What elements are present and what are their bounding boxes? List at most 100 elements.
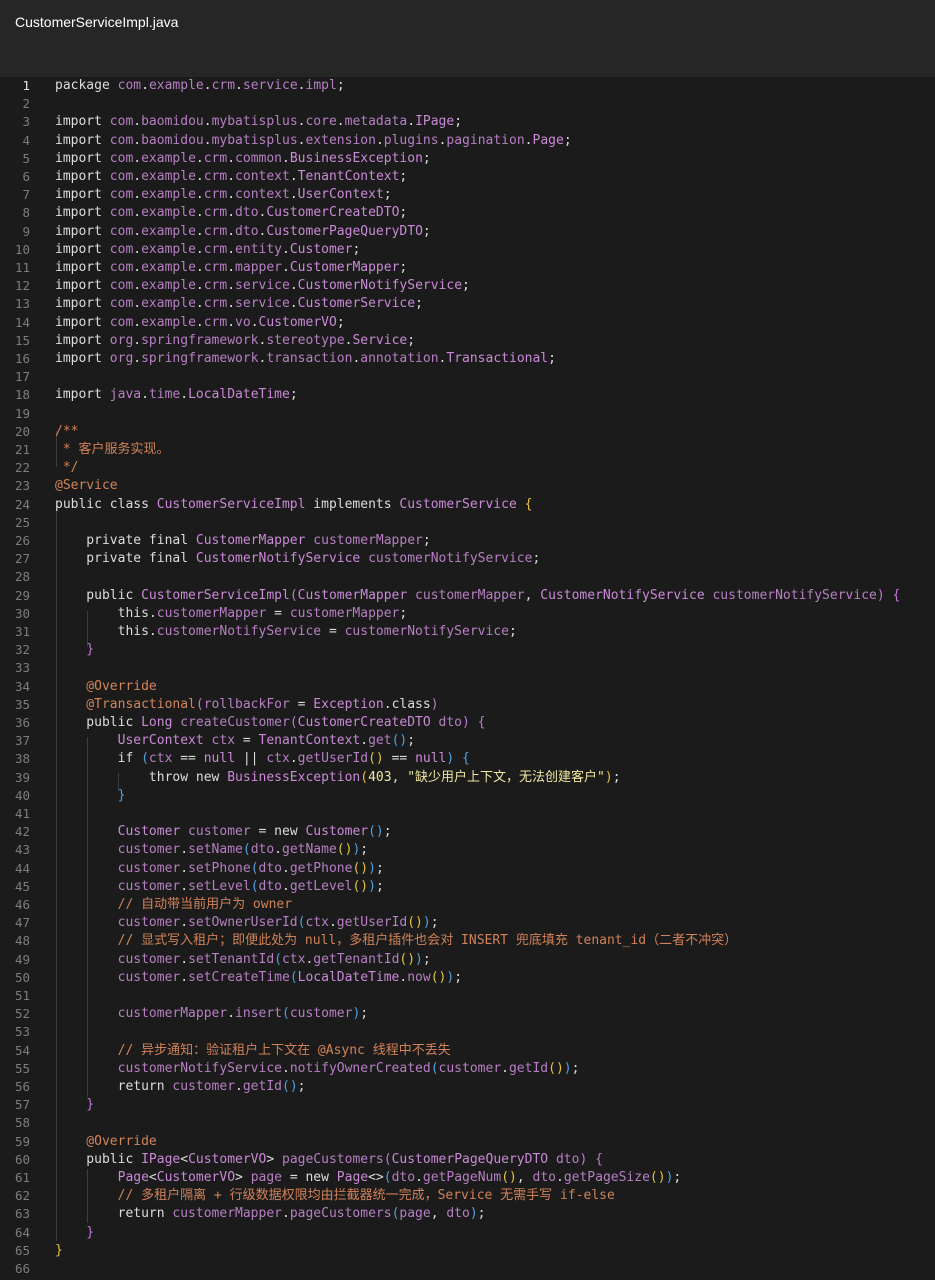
code-token: CustomerNotifyService: [195, 551, 361, 567]
code-token: .: [133, 260, 142, 275]
code-token: import: [55, 241, 110, 257]
code-token: springframework: [141, 332, 259, 348]
code-text: this.customerNotifyService = customerNot…: [55, 623, 517, 641]
code-line: 25: [0, 514, 935, 532]
code-token: * 客户服务实现。: [55, 442, 170, 457]
code-token: .: [282, 260, 290, 275]
file-tab-title[interactable]: CustomerServiceImpl.java: [15, 14, 178, 30]
code-line: 23 @Service: [0, 477, 935, 495]
code-token: @Transactional: [55, 696, 196, 712]
code-text: package com.example.crm.service.impl;: [55, 77, 345, 95]
code-token: getId: [508, 1060, 549, 1076]
code-token: metadata: [344, 114, 408, 130]
code-token: .: [133, 223, 142, 239]
code-token: ): [563, 1060, 572, 1076]
code-token: crm: [203, 187, 228, 203]
code-token: .: [133, 278, 142, 294]
code-line: 66: [0, 1260, 935, 1278]
code-token: ;: [454, 969, 463, 985]
code-token: @Override: [55, 678, 157, 694]
code-token: (): [399, 951, 416, 967]
code-token: getPageSize: [563, 1170, 650, 1185]
code-token: crm: [203, 169, 228, 184]
code-token: import: [55, 278, 110, 294]
code-token: }: [55, 642, 95, 658]
code-token: page: [250, 1170, 282, 1185]
code-token: .: [133, 314, 142, 330]
code-token: .: [195, 314, 204, 330]
code-token: .: [289, 187, 298, 203]
code-token: throw new: [55, 769, 228, 785]
code-line: 63 return customerMapper.pageCustomers(p…: [0, 1205, 935, 1223]
code-token: .: [227, 296, 236, 312]
code-token: CustomerVO: [156, 1170, 236, 1185]
code-token: plugins: [383, 132, 439, 148]
code-text: customer.setTenantId(ctx.getTenantId());: [55, 951, 431, 969]
code-line: 62 // 多租户隔离 + 行级数据权限均由拦截器统一完成，Service 无需…: [0, 1187, 935, 1205]
line-number: 44: [14, 860, 30, 876]
code-line: 33: [0, 659, 935, 677]
code-token: dto: [430, 715, 463, 730]
code-token: .: [282, 150, 290, 166]
code-token: example: [141, 296, 196, 312]
code-token: .: [235, 1079, 243, 1094]
code-token: (): [282, 1079, 298, 1094]
code-token: .: [180, 860, 189, 876]
code-text: @Override: [55, 678, 157, 696]
code-token: public: [55, 587, 142, 603]
code-token: BusinessException: [227, 769, 361, 785]
code-token: customer: [289, 1006, 353, 1022]
line-number: 51: [14, 988, 30, 1003]
code-token: customerMapper: [289, 605, 400, 621]
code-token: LocalDateTime: [188, 387, 290, 403]
code-editor[interactable]: 1 package com.example.crm.service.impl; 2 3…: [0, 77, 935, 1280]
code-token: (): [352, 860, 369, 876]
code-token: import: [55, 223, 110, 239]
code-token: if: [55, 751, 142, 767]
code-line: 11 import com.example.crm.mapper.Customer…: [0, 259, 935, 277]
code-line: 57 }: [0, 1096, 935, 1114]
code-token: .: [180, 387, 189, 403]
code-token: .: [227, 205, 236, 221]
code-token: com: [109, 169, 134, 184]
code-token: ctx: [266, 751, 290, 767]
code-token: customerMapper: [407, 587, 525, 603]
code-line: 29 public CustomerServiceImpl(CustomerMa…: [0, 587, 935, 605]
code-token: .: [195, 205, 204, 221]
code-token: .: [180, 969, 189, 985]
code-token: public: [55, 715, 142, 730]
code-line: 37 UserContext ctx = TenantContext.get()…: [0, 732, 935, 750]
code-token: customer: [172, 1079, 236, 1094]
line-number: 20: [14, 423, 30, 439]
code-token: .: [180, 951, 189, 967]
line-number: 17: [14, 369, 30, 385]
code-token: (: [242, 842, 251, 858]
code-token: .: [281, 1060, 290, 1076]
code-token: UserContext: [297, 187, 384, 203]
code-token: (: [289, 587, 298, 603]
code-text: Customer customer = new Customer();: [55, 823, 392, 841]
code-token: new: [274, 824, 306, 840]
code-line: 32 }: [0, 641, 935, 659]
code-token: ;: [399, 605, 408, 621]
code-token: (): [407, 915, 423, 931]
code-line: 8 import com.example.crm.dto.CustomerCrea…: [0, 204, 935, 222]
line-number: 55: [14, 1060, 30, 1076]
code-token: ctx: [148, 751, 173, 767]
code-line: 21 * 客户服务实现。: [0, 441, 935, 459]
code-token: Exception: [313, 696, 384, 712]
code-line: 4 import com.baomidou.mybatisplus.extensi…: [0, 132, 935, 150]
code-token: null: [415, 751, 447, 767]
code-text: import com.example.crm.dto.CustomerCreat…: [55, 204, 407, 222]
code-line: 12 import com.example.crm.service.Custome…: [0, 277, 935, 295]
code-token: .: [133, 169, 142, 184]
code-token: example: [141, 223, 196, 239]
code-token: .: [195, 260, 204, 275]
code-token: ;: [375, 860, 384, 876]
code-line: 64 }: [0, 1224, 935, 1242]
code-token: ;: [673, 1170, 682, 1185]
code-text: import com.example.crm.context.UserConte…: [55, 186, 392, 204]
code-token: .: [195, 223, 204, 239]
code-line: 60 public IPage<CustomerVO> pageCustomer…: [0, 1151, 935, 1169]
code-line: 18 import java.time.LocalDateTime;: [0, 386, 935, 404]
